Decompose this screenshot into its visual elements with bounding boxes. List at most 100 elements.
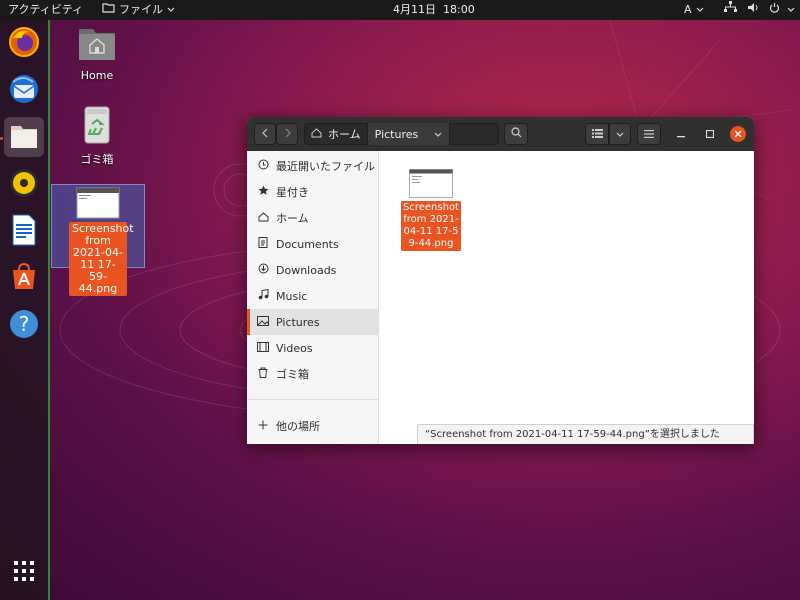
document-icon xyxy=(256,237,270,251)
running-indicator xyxy=(0,137,3,140)
header-bar: ホーム Pictures xyxy=(247,117,754,151)
sidebar-item-other-locations[interactable]: 他の場所 xyxy=(247,413,378,439)
sidebar-item-pictures[interactable]: Pictures xyxy=(247,309,378,335)
desktop-screenshot-label: Screenshot from 2021-04-11 17-59-44.png xyxy=(69,222,134,296)
sidebar-item-label: 最近開いたファイル xyxy=(276,160,375,173)
sidebar-item-recent[interactable]: 最近開いたファイル xyxy=(247,153,378,179)
view-options-button[interactable] xyxy=(609,123,631,145)
menu-button[interactable] xyxy=(637,123,661,145)
maximize-button[interactable] xyxy=(703,127,717,141)
download-icon xyxy=(256,263,270,277)
path-home[interactable]: ホーム xyxy=(305,123,368,145)
desktop-home[interactable]: Home xyxy=(72,26,122,82)
sidebar-item-home[interactable]: ホーム xyxy=(247,205,378,231)
network-icon xyxy=(724,0,737,20)
show-applications-button[interactable] xyxy=(4,552,44,592)
activities-button[interactable]: アクティビティ xyxy=(8,0,83,20)
thunderbird-icon xyxy=(8,73,40,108)
chevron-down-icon xyxy=(434,128,442,141)
volume-icon xyxy=(747,0,759,20)
home-folder-icon xyxy=(77,26,117,65)
sidebar-item-label: Documents xyxy=(276,237,339,251)
chevron-left-icon xyxy=(261,128,269,141)
clock-label: 4月11日 18:00 xyxy=(393,3,475,16)
hamburger-menu-icon xyxy=(644,128,654,141)
sidebar: 最近開いたファイル 星付き ホーム Documents Downloads Mu… xyxy=(247,151,379,444)
path-current[interactable]: Pictures xyxy=(367,123,451,145)
app-menu-label: ファイル xyxy=(119,3,163,16)
sidebar-item-label: 星付き xyxy=(276,186,309,199)
files-launcher[interactable] xyxy=(4,117,44,157)
input-method-menu[interactable]: A xyxy=(684,0,704,20)
chevron-down-icon xyxy=(696,0,704,20)
thunderbird-launcher[interactable] xyxy=(4,70,44,110)
sidebar-item-music[interactable]: Music xyxy=(247,283,378,309)
view-mode-button[interactable] xyxy=(585,123,609,145)
video-icon xyxy=(256,341,270,355)
home-icon xyxy=(311,127,322,141)
close-icon xyxy=(734,128,742,141)
search-button[interactable] xyxy=(504,123,528,145)
chevron-right-icon xyxy=(284,128,291,141)
minimize-button[interactable] xyxy=(674,127,688,141)
path-current-label: Pictures xyxy=(374,127,419,141)
chevron-down-icon xyxy=(616,128,624,141)
help-launcher[interactable]: ? xyxy=(4,305,44,345)
input-method-label: A xyxy=(684,3,692,16)
software-center-icon xyxy=(8,261,40,296)
sidebar-item-label: Videos xyxy=(276,341,313,355)
libreoffice-writer-icon xyxy=(10,214,38,249)
maximize-icon xyxy=(705,128,715,141)
power-icon xyxy=(769,0,780,20)
show-applications-icon xyxy=(13,560,35,585)
sidebar-item-starred[interactable]: 星付き xyxy=(247,179,378,205)
status-text: “Screenshot from 2021-04-11 17-59-44.png… xyxy=(425,429,720,440)
file-view: Screenshot from 2021-04-11 17-59-44.png xyxy=(379,151,754,444)
clock[interactable]: 4月11日 18:00 xyxy=(393,0,475,20)
close-button[interactable] xyxy=(730,126,746,142)
home-icon xyxy=(256,211,270,225)
sidebar-divider xyxy=(247,399,378,400)
file-item[interactable]: Screenshot from 2021-04-11 17-59-44.png xyxy=(400,169,462,251)
path-home-label: ホーム xyxy=(328,128,361,141)
files-window: ホーム Pictures 最近開いたファイル 星付き ホーム Documents… xyxy=(247,117,754,444)
activities-label: アクティビティ xyxy=(8,3,84,16)
firefox-launcher[interactable] xyxy=(4,23,44,63)
chevron-down-icon xyxy=(787,0,795,20)
chevron-down-icon xyxy=(167,0,175,20)
system-menu[interactable] xyxy=(724,0,795,20)
sidebar-item-label: ゴミ箱 xyxy=(276,368,309,381)
path-bar: ホーム Pictures xyxy=(304,123,499,145)
software-launcher[interactable] xyxy=(4,258,44,298)
file-name-label: Screenshot from 2021-04-11 17-59-44.png xyxy=(401,201,461,251)
trash-icon xyxy=(256,367,270,381)
star-icon xyxy=(256,185,270,199)
sidebar-item-videos[interactable]: Videos xyxy=(247,335,378,361)
clock-icon xyxy=(256,159,270,173)
sidebar-item-documents[interactable]: Documents xyxy=(247,231,378,257)
music-icon xyxy=(256,288,270,303)
status-bar: “Screenshot from 2021-04-11 17-59-44.png… xyxy=(417,424,754,444)
rhythmbox-launcher[interactable] xyxy=(4,164,44,204)
desktop-trash-label: ゴミ箱 xyxy=(80,153,114,166)
sidebar-item-label: 他の場所 xyxy=(276,420,320,433)
dock-edge xyxy=(48,20,50,600)
desktop-screenshot-file[interactable]: Screenshot from 2021-04-11 17-59-44.png xyxy=(51,184,145,296)
image-file-icon xyxy=(76,187,120,222)
back-button[interactable] xyxy=(254,123,276,145)
help-icon: ? xyxy=(8,308,40,343)
forward-button[interactable] xyxy=(276,123,298,145)
sidebar-item-trash[interactable]: ゴミ箱 xyxy=(247,361,378,387)
list-view-icon xyxy=(591,128,603,141)
sidebar-item-downloads[interactable]: Downloads xyxy=(247,257,378,283)
firefox-icon xyxy=(8,26,40,61)
image-thumbnail-icon xyxy=(409,169,453,201)
minimize-icon xyxy=(677,128,685,141)
sidebar-item-label: Pictures xyxy=(276,315,320,329)
top-bar: アクティビティ ファイル 4月11日 18:00 A xyxy=(0,0,800,20)
sidebar-item-label: Music xyxy=(276,289,308,303)
picture-icon xyxy=(256,315,270,329)
writer-launcher[interactable] xyxy=(4,211,44,251)
desktop-trash[interactable]: ゴミ箱 xyxy=(72,104,122,167)
app-menu-button[interactable]: ファイル xyxy=(102,0,175,20)
